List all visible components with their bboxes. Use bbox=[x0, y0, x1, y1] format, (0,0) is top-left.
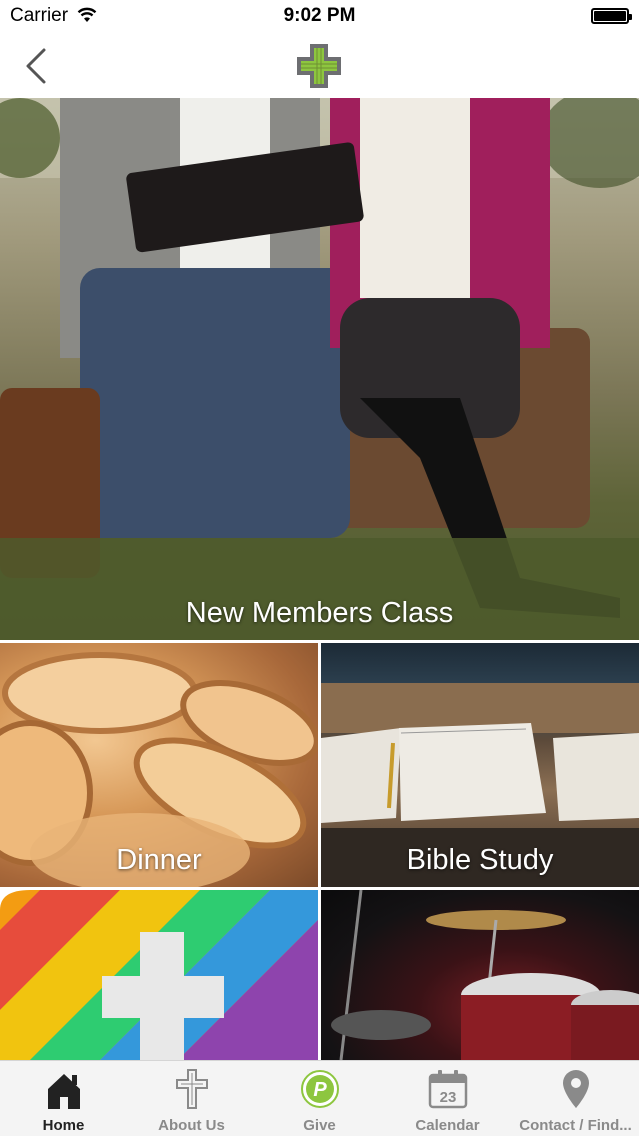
tile-bible-study[interactable]: Bible Study bbox=[321, 643, 639, 887]
hero-photo bbox=[0, 98, 639, 640]
give-p-icon: P bbox=[300, 1069, 340, 1114]
tab-calendar[interactable]: 23 Calendar bbox=[384, 1061, 511, 1136]
clock: 9:02 PM bbox=[283, 5, 356, 26]
tile-rainbow-cross[interactable] bbox=[0, 890, 318, 1060]
tab-label: Calendar bbox=[415, 1117, 480, 1134]
tab-about-us[interactable]: About Us bbox=[128, 1061, 255, 1136]
tab-give[interactable]: P Give bbox=[256, 1061, 383, 1136]
cross-logo-icon bbox=[295, 42, 343, 90]
tab-label: About Us bbox=[158, 1117, 225, 1134]
calendar-icon: 23 bbox=[428, 1069, 468, 1114]
tab-label: Home bbox=[42, 1117, 85, 1134]
back-button[interactable] bbox=[18, 46, 54, 86]
tab-label: Give bbox=[303, 1117, 336, 1134]
tab-home[interactable]: Home bbox=[0, 1061, 127, 1136]
navigation-bar bbox=[0, 34, 639, 98]
cross-icon bbox=[175, 1069, 209, 1114]
tile-label: Dinner bbox=[116, 844, 202, 876]
drums-photo bbox=[331, 890, 639, 1060]
tab-contact[interactable]: Contact / Find... bbox=[512, 1061, 639, 1136]
home-icon bbox=[44, 1069, 84, 1114]
chevron-left-icon bbox=[26, 48, 46, 84]
tile-label: New Members Class bbox=[185, 597, 454, 629]
tab-bar: Home About Us P Give 23 Calendar Contact… bbox=[0, 1060, 639, 1136]
tile-dinner[interactable]: Dinner bbox=[0, 643, 318, 887]
battery-icon bbox=[591, 8, 632, 24]
calendar-day-number: 23 bbox=[439, 1089, 456, 1106]
tile-new-members-class[interactable]: New Members Class bbox=[0, 98, 639, 640]
tile-drums[interactable] bbox=[321, 890, 639, 1060]
svg-text:P: P bbox=[313, 1079, 327, 1101]
status-bar: Carrier 9:02 PM bbox=[0, 0, 639, 34]
map-pin-icon bbox=[561, 1069, 591, 1114]
tab-label: Contact / Find... bbox=[519, 1117, 632, 1134]
rainbow-cross-image bbox=[0, 890, 318, 1060]
tile-label: Bible Study bbox=[406, 844, 554, 876]
